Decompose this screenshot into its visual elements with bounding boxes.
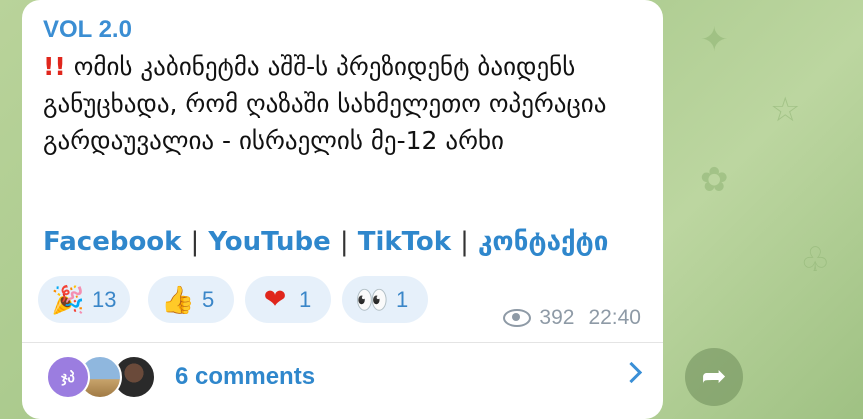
reaction-party[interactable]: 🎉 13 [38,276,130,323]
doodle-icon: ✿ [700,160,729,200]
chevron-right-icon[interactable] [620,361,643,384]
link-separator: | [190,227,200,257]
link-separator: | [460,227,469,257]
reaction-count: 1 [299,286,312,312]
reaction-count: 1 [396,286,409,312]
reaction-count: 5 [202,286,215,312]
post-meta: 392 22:40 [503,306,641,330]
avatar: ჯპ [46,355,90,399]
link-youtube[interactable]: YouTube [208,227,330,257]
doodle-icon: ☆ [770,90,801,130]
link-separator: | [339,227,349,257]
link-contact[interactable]: კონტაქტი [478,227,608,257]
doodle-icon: ♧ [800,240,831,280]
comments-bar[interactable]: ჯპ 6 comments [22,343,663,413]
link-tiktok[interactable]: TikTok [358,227,451,257]
share-arrow-icon: ➦ [701,359,727,394]
view-count: 392 [539,306,575,329]
post-time: 22:40 [588,306,641,329]
doodle-icon: ✦ [700,20,729,60]
share-button[interactable]: ➦ [685,348,743,406]
reaction-count: 13 [92,286,117,312]
channel-name[interactable]: VOL 2.0 [43,16,132,44]
reaction-eyes[interactable]: 👀 1 [342,276,428,323]
party-popper-icon: 🎉 [51,284,85,316]
link-facebook[interactable]: Facebook [43,227,181,257]
reaction-thumbs-up[interactable]: 👍 5 [148,276,234,323]
views-eye-icon [503,309,532,327]
social-links: Facebook | YouTube | TikTok | კონტაქტი [43,227,608,257]
double-exclamation-icon: !! [43,52,66,81]
message-body: ომის კაბინეტმა აშშ-ს პრეზიდენტ ბაიდენს გ… [43,52,607,155]
thumbs-up-icon: 👍 [161,284,195,316]
eyes-icon: 👀 [355,284,389,316]
reaction-heart[interactable]: ❤ 1 [245,276,331,323]
comments-count[interactable]: 6 comments [175,363,315,391]
channel-post-bubble: VOL 2.0 !! ომის კაბინეტმა აშშ-ს პრეზიდენ… [22,0,663,419]
message-text: !! ომის კაბინეტმა აშშ-ს პრეზიდენტ ბაიდენ… [43,48,643,159]
heart-icon: ❤ [263,284,287,315]
